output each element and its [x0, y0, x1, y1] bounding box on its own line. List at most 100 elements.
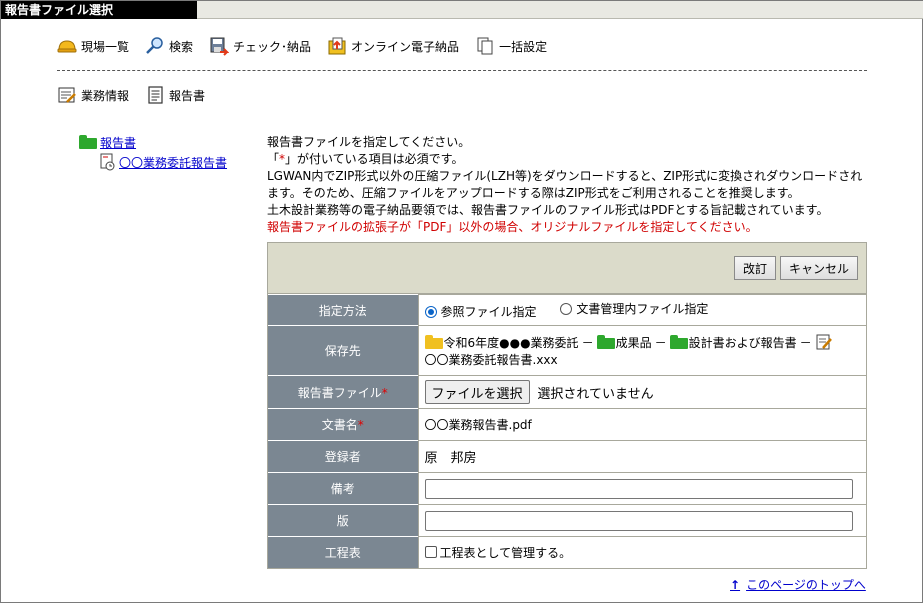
instruction-text: 」が付いている項目は必須です。 — [285, 152, 464, 166]
instructions: 報告書ファイルを指定してください。 「*」が付いている項目は必須です。 LGWA… — [267, 134, 867, 236]
toolbar-report[interactable]: 報告書 — [145, 85, 205, 105]
revise-button[interactable]: 改訂 — [733, 256, 776, 280]
toolbar-check-deliver[interactable]: チェック･納品 — [209, 36, 311, 56]
instruction-required-note: 「*」が付いている項目は必須です。 — [267, 151, 867, 168]
page-top-link[interactable]: ↑ このページのトップへ — [730, 576, 866, 593]
choose-file-button[interactable]: ファイルを選択 — [424, 380, 530, 404]
remarks-input[interactable] — [424, 478, 853, 499]
row-value: 参照ファイル指定 文書管理内ファイル指定 — [418, 294, 866, 326]
instruction-warning: 報告書ファイルの拡張子が「PDF」以外の場合、オリジナルファイルを指定してくださ… — [267, 220, 758, 234]
green-folder-icon — [79, 135, 97, 149]
floppy-arrow-icon — [209, 36, 230, 56]
path-separator: － — [581, 335, 594, 350]
secondary-toolbar: 業務情報 報告書 — [57, 84, 221, 106]
green-folder-icon — [669, 335, 688, 349]
form-table: 指定方法 参照ファイル指定 文書管理内ファイル指定 保存先 令和6年度●●●業務… — [268, 294, 866, 568]
edit-form-icon — [57, 85, 77, 105]
tree-child: 〇〇業務委託報告書 — [79, 152, 227, 172]
row-doc-name: 文書名* 〇〇業務報告書.pdf — [268, 408, 866, 441]
toolbar-search[interactable]: 検索 — [145, 36, 193, 56]
panel-header: 改訂 キャンセル — [268, 243, 866, 294]
magnifier-icon — [145, 36, 165, 56]
destination-file: 〇〇業務委託報告書.xxx — [424, 353, 558, 367]
cancel-button[interactable]: キャンセル — [779, 256, 858, 280]
row-label: 文書名* — [268, 408, 419, 441]
toolbar-bulk-settings[interactable]: 一括設定 — [475, 36, 547, 56]
path-separator: － — [654, 335, 667, 350]
radio-reference-file[interactable]: 参照ファイル指定 — [424, 303, 537, 320]
row-label: 版 — [268, 504, 419, 537]
path-segment: 設計書および報告書 — [688, 335, 797, 350]
edit-document-icon — [815, 333, 833, 351]
yellow-folder-icon — [424, 335, 443, 349]
doc-name-value: 〇〇業務報告書.pdf — [418, 408, 866, 441]
checkbox-box — [424, 546, 437, 558]
label-text: 文書名 — [321, 418, 358, 432]
toolbar-site-list[interactable]: 現場一覧 — [57, 36, 129, 56]
green-folder-icon — [596, 335, 615, 349]
toolbar-label: 検索 — [169, 39, 194, 54]
instruction-text: 「 — [267, 152, 280, 166]
report-tree: 報告書 〇〇業務委託報告書 — [79, 132, 227, 172]
radio-doc-management-file[interactable]: 文書管理内ファイル指定 — [560, 300, 708, 317]
tree-child-link[interactable]: 〇〇業務委託報告書 — [119, 154, 227, 171]
row-label: 登録者 — [268, 440, 419, 473]
row-registrant: 登録者 原 邦房 — [268, 440, 866, 473]
row-value — [418, 472, 866, 505]
window-title: 報告書ファイル選択 — [1, 1, 197, 19]
row-value: 工程表として管理する。 — [418, 536, 866, 568]
instruction-line: 報告書ファイルを指定してください。 — [267, 135, 471, 149]
form-panel: 改訂 キャンセル 指定方法 参照ファイル指定 文書管理内ファイル指定 保存先 令… — [267, 242, 867, 569]
row-method: 指定方法 参照ファイル指定 文書管理内ファイル指定 — [268, 294, 866, 326]
row-label: 工程表 — [268, 536, 419, 568]
tree-root-link[interactable]: 報告書 — [100, 134, 136, 151]
row-edition: 版 — [268, 504, 866, 537]
up-arrow-icon: ↑ — [730, 577, 741, 592]
row-report-file: 報告書ファイル* ファイルを選択 選択されていません — [268, 375, 866, 409]
destination-path: 令和6年度●●●業務委託 － 成果品 － 設計書および報告書 － — [424, 333, 861, 351]
radio-label: 文書管理内ファイル指定 — [576, 302, 709, 316]
toolbar-label: 業務情報 — [81, 88, 130, 103]
row-label: 保存先 — [268, 325, 419, 376]
row-destination: 保存先 令和6年度●●●業務委託 － 成果品 － 設計書および報告書 － 〇〇業… — [268, 325, 866, 376]
report-doc-icon — [99, 153, 117, 171]
label-text: 報告書ファイル — [297, 385, 382, 400]
radio-label: 参照ファイル指定 — [440, 305, 537, 319]
required-star: * — [381, 385, 388, 400]
upload-folder-icon — [327, 36, 347, 56]
row-remarks: 備考 — [268, 472, 866, 505]
row-value: 令和6年度●●●業務委託 － 成果品 － 設計書および報告書 － 〇〇業務委託報… — [418, 325, 866, 376]
row-value: ファイルを選択 選択されていません — [418, 375, 866, 409]
row-label: 指定方法 — [268, 294, 419, 326]
schedule-checkbox[interactable]: 工程表として管理する。 — [424, 544, 571, 561]
edition-input[interactable] — [424, 510, 853, 531]
page-top-link-text: このページのトップへ — [746, 578, 866, 592]
toolbar-label: 報告書 — [169, 88, 206, 103]
row-label: 報告書ファイル* — [268, 375, 419, 409]
row-label: 備考 — [268, 472, 419, 505]
registrant-value: 原 邦房 — [418, 440, 866, 473]
toolbar-label: 一括設定 — [499, 39, 548, 54]
row-value — [418, 504, 866, 537]
toolbar-business-info[interactable]: 業務情報 — [57, 85, 129, 105]
pages-icon — [475, 36, 495, 56]
document-icon — [145, 85, 165, 105]
path-separator: － — [799, 335, 812, 350]
radio-circle — [560, 302, 573, 315]
helmet-icon — [57, 36, 77, 56]
title-bar: 報告書ファイル選択 — [1, 1, 923, 19]
path-segment: 成果品 — [615, 335, 652, 350]
toolbar-label: チェック･納品 — [233, 39, 312, 54]
file-status: 選択されていません — [537, 386, 654, 402]
row-schedule: 工程表 工程表として管理する。 — [268, 536, 866, 568]
divider — [57, 70, 867, 71]
radio-circle-checked — [424, 305, 437, 318]
path-segment: 令和6年度●●●業務委託 — [443, 335, 579, 350]
required-star: * — [357, 418, 364, 432]
main-toolbar: 現場一覧 検索 チェック･納品 オンライン電子納品 一括設定 — [57, 35, 563, 57]
toolbar-online-delivery[interactable]: オンライン電子納品 — [327, 36, 459, 56]
dialog-frame: 報告書ファイル選択 現場一覧 検索 チェック･納品 オンライン電子納品 一括設定… — [0, 0, 923, 603]
toolbar-label: オンライン電子納品 — [351, 39, 460, 54]
tree-root: 報告書 — [79, 132, 227, 152]
toolbar-label: 現場一覧 — [81, 39, 130, 54]
